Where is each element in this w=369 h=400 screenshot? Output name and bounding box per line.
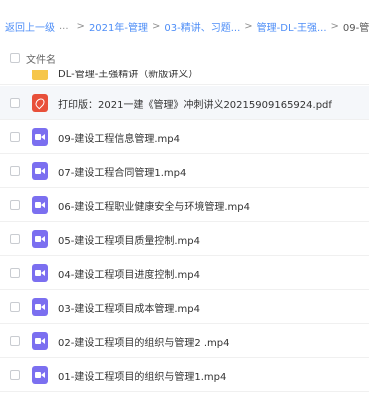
select-all-checkbox[interactable] <box>10 53 20 63</box>
file-name[interactable]: DL-管理-王强精讲（新版讲义） <box>58 70 198 80</box>
file-name[interactable]: 03-建设工程项目成本管理.mp4 <box>58 300 200 315</box>
file-name[interactable]: 05-建设工程项目质量控制.mp4 <box>58 232 200 247</box>
video-icon <box>32 162 48 180</box>
video-icon <box>32 128 48 146</box>
breadcrumb-back-link[interactable]: 返回上一级 <box>5 19 55 34</box>
row-checkbox[interactable] <box>10 234 20 244</box>
row-checkbox[interactable] <box>10 370 20 380</box>
list-item[interactable]: 01-建设工程项目的组织与管理1.mp4 <box>0 358 369 392</box>
row-checkbox[interactable] <box>10 132 20 142</box>
pdf-icon <box>32 94 48 112</box>
row-checkbox[interactable] <box>10 302 20 312</box>
list-item[interactable]: 07-建设工程合同管理1.mp4 <box>0 154 369 188</box>
file-name[interactable]: 09-建设工程信息管理.mp4 <box>58 130 180 145</box>
breadcrumb-separator: > <box>244 20 253 32</box>
list-item[interactable]: 02-建设工程项目的组织与管理2 .mp4 <box>0 324 369 358</box>
list-item-partial-folder[interactable]: DL-管理-王强精讲（新版讲义） <box>0 70 369 85</box>
list-item[interactable]: 06-建设工程职业健康安全与环境管理.mp4 <box>0 188 369 222</box>
file-name[interactable]: 02-建设工程项目的组织与管理2 .mp4 <box>58 334 230 349</box>
breadcrumb-separator: > <box>76 20 85 32</box>
folder-icon <box>32 70 48 80</box>
list-item[interactable]: 05-建设工程项目质量控制.mp4 <box>0 222 369 256</box>
filename-column-header[interactable]: 文件名 <box>26 51 56 66</box>
row-checkbox[interactable] <box>10 166 20 176</box>
list-item[interactable]: 03-建设工程项目成本管理.mp4 <box>0 290 369 324</box>
video-icon <box>32 366 48 384</box>
video-icon <box>32 196 48 214</box>
breadcrumb-item-lectures[interactable]: 03-精讲、习题... <box>164 19 240 34</box>
video-icon <box>32 298 48 316</box>
breadcrumb-separator: ... <box>59 20 69 32</box>
list-item[interactable]: 09-建设工程信息管理.mp4 <box>0 120 369 154</box>
file-name[interactable]: 01-建设工程项目的组织与管理1.mp4 <box>58 368 226 383</box>
breadcrumb-separator: > <box>330 20 339 32</box>
file-list-header: 文件名 <box>0 48 369 68</box>
row-checkbox[interactable] <box>10 200 20 210</box>
list-item[interactable]: 打印版：2021一建《管理》冲刺讲义20215909165924.pdf <box>0 86 369 120</box>
breadcrumb-item-management[interactable]: 管理-DL-王强... <box>257 19 327 34</box>
file-name[interactable]: 07-建设工程合同管理1.mp4 <box>58 164 186 179</box>
breadcrumb: 返回上一级 ... > 2021年-管理 > 03-精讲、习题... > 管理-… <box>0 0 369 52</box>
video-icon <box>32 230 48 248</box>
file-name[interactable]: 04-建设工程项目进度控制.mp4 <box>58 266 200 281</box>
breadcrumb-separator: > <box>152 20 161 32</box>
list-item[interactable]: 04-建设工程项目进度控制.mp4 <box>0 256 369 290</box>
row-checkbox[interactable] <box>10 268 20 278</box>
breadcrumb-current: 09-管理-DL... <box>342 22 369 34</box>
breadcrumb-item-2021[interactable]: 2021年-管理 <box>89 19 148 34</box>
file-name[interactable]: 打印版：2021一建《管理》冲刺讲义20215909165924.pdf <box>58 96 332 111</box>
row-checkbox[interactable] <box>10 336 20 346</box>
row-checkbox[interactable] <box>10 98 20 108</box>
video-icon <box>32 264 48 282</box>
video-icon <box>32 332 48 350</box>
file-name[interactable]: 06-建设工程职业健康安全与环境管理.mp4 <box>58 198 250 213</box>
